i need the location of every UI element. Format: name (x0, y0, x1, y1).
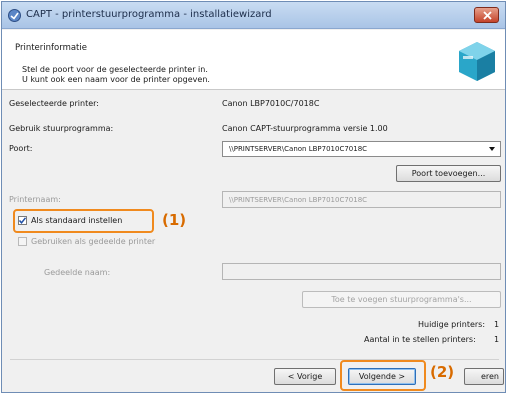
selected-printer-label: Geselecteerde printer: (9, 99, 99, 108)
port-selected-value: \\PRINTSERVER\Canon LBP7010C7018C (229, 145, 368, 153)
cancel-button[interactable]: eren (464, 368, 504, 385)
shared-name-label: Gedeelde naam: (44, 268, 111, 277)
footer-divider (10, 359, 499, 360)
printer-name-label: Printernaam: (9, 195, 61, 204)
current-printers-value: 1 (494, 320, 500, 329)
header-instruction-1: Stel de poort voor de geselecteerde prin… (22, 65, 208, 74)
selected-printer-value: Canon LBP7010C/7018C (222, 99, 320, 108)
port-dropdown[interactable]: \\PRINTSERVER\Canon LBP7010C7018C (222, 141, 501, 157)
page-title: Printerinformatie (15, 43, 87, 53)
wizard-header: Printerinformatie Stel de poort voor de … (2, 30, 505, 90)
driver-value: Canon CAPT-stuurprogramma versie 1.00 (222, 124, 388, 133)
printers-to-set-value: 1 (494, 335, 500, 344)
close-icon (483, 11, 492, 20)
close-button[interactable] (474, 7, 499, 23)
highlight-next (340, 360, 426, 391)
printers-to-set-label: Aantal in te stellen printers: (364, 335, 476, 344)
callout-2: (2) (430, 363, 455, 381)
shared-printer-checkbox[interactable] (18, 237, 27, 246)
printer-name-field[interactable]: \\PRINTSERVER\Canon LBP7010C7018C (222, 191, 501, 208)
shared-name-field[interactable] (222, 263, 501, 280)
add-port-button[interactable]: Poort toevoegen... (396, 165, 501, 182)
port-label: Poort: (9, 144, 33, 153)
current-printers-label: Huidige printers: (418, 320, 486, 329)
back-button[interactable]: < Vorige (274, 368, 336, 385)
printer-name-value: \\PRINTSERVER\Canon LBP7010C7018C (229, 196, 368, 204)
window-title: CAPT - printerstuurprogramma - installat… (26, 9, 272, 20)
header-instruction-2: U kunt ook een naam voor de printer opge… (22, 75, 210, 84)
chevron-down-icon[interactable] (489, 147, 495, 151)
installer-window: CAPT - printerstuurprogramma - installat… (1, 1, 506, 393)
title-bar[interactable]: CAPT - printerstuurprogramma - installat… (2, 2, 505, 29)
shared-printer-label: Gebruiken als gedeelde printer (31, 237, 156, 246)
driver-label: Gebruik stuurprogramma: (9, 124, 114, 133)
callout-1: (1) (162, 211, 187, 229)
add-drivers-button[interactable]: Toe te voegen stuurprogramma's... (302, 291, 501, 308)
printer-icon (459, 42, 495, 81)
highlight-set-default (13, 209, 154, 233)
printer-app-icon (8, 9, 21, 22)
